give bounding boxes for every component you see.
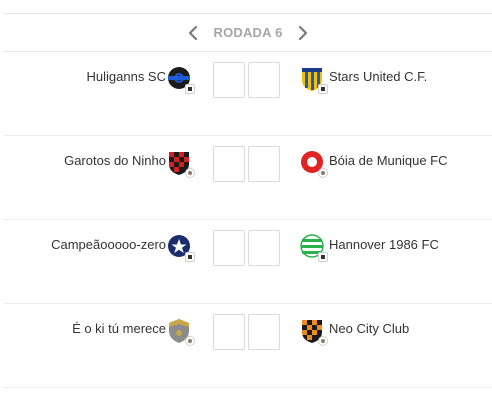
home-score-input[interactable] — [213, 146, 245, 182]
away-score-input[interactable] — [248, 314, 280, 350]
orange-black-checkered-crest-icon — [300, 318, 328, 346]
round-navigation: RODADA 6 — [4, 13, 492, 52]
black-blue-crest-icon — [167, 66, 195, 94]
round-label: RODADA 6 — [213, 25, 283, 40]
chevron-right-icon[interactable] — [293, 23, 313, 43]
home-score-input[interactable] — [213, 314, 245, 350]
green-white-hooped-crest-icon — [300, 234, 328, 262]
away-team-name: Bóia de Munique FC — [329, 153, 448, 168]
navy-star-crest-icon — [167, 234, 195, 262]
red-white-crest-icon — [300, 150, 328, 178]
home-team-name: Garotos do Ninho — [64, 153, 166, 168]
away-team-name: Neo City Club — [329, 321, 410, 336]
match-row: Garotos do Ninho Bóia de Munique FC — [4, 136, 492, 220]
red-black-checkered-crest-icon — [167, 150, 195, 178]
home-team-name: Campeãooooo-zero — [51, 237, 166, 252]
home-team-name: É o ki tú merece — [72, 321, 166, 336]
gray-gold-shield-crest-icon — [167, 318, 195, 346]
home-score-input[interactable] — [213, 230, 245, 266]
away-team-name: Stars United C.F. — [329, 69, 428, 84]
away-team-name: Hannover 1986 FC — [329, 237, 439, 252]
away-score-input[interactable] — [248, 146, 280, 182]
yellow-blue-striped-crest-icon — [300, 66, 328, 94]
match-row: Campeãooooo-zero Hannover 1986 FC — [4, 220, 492, 304]
home-score-input[interactable] — [213, 62, 245, 98]
match-row: Huliganns SC Stars United C.F. — [4, 52, 492, 136]
chevron-left-icon[interactable] — [183, 23, 203, 43]
away-score-input[interactable] — [248, 230, 280, 266]
away-score-input[interactable] — [248, 62, 280, 98]
match-row: É o ki tú merece Neo City Club — [4, 304, 492, 388]
home-team-name: Huliganns SC — [86, 69, 167, 84]
